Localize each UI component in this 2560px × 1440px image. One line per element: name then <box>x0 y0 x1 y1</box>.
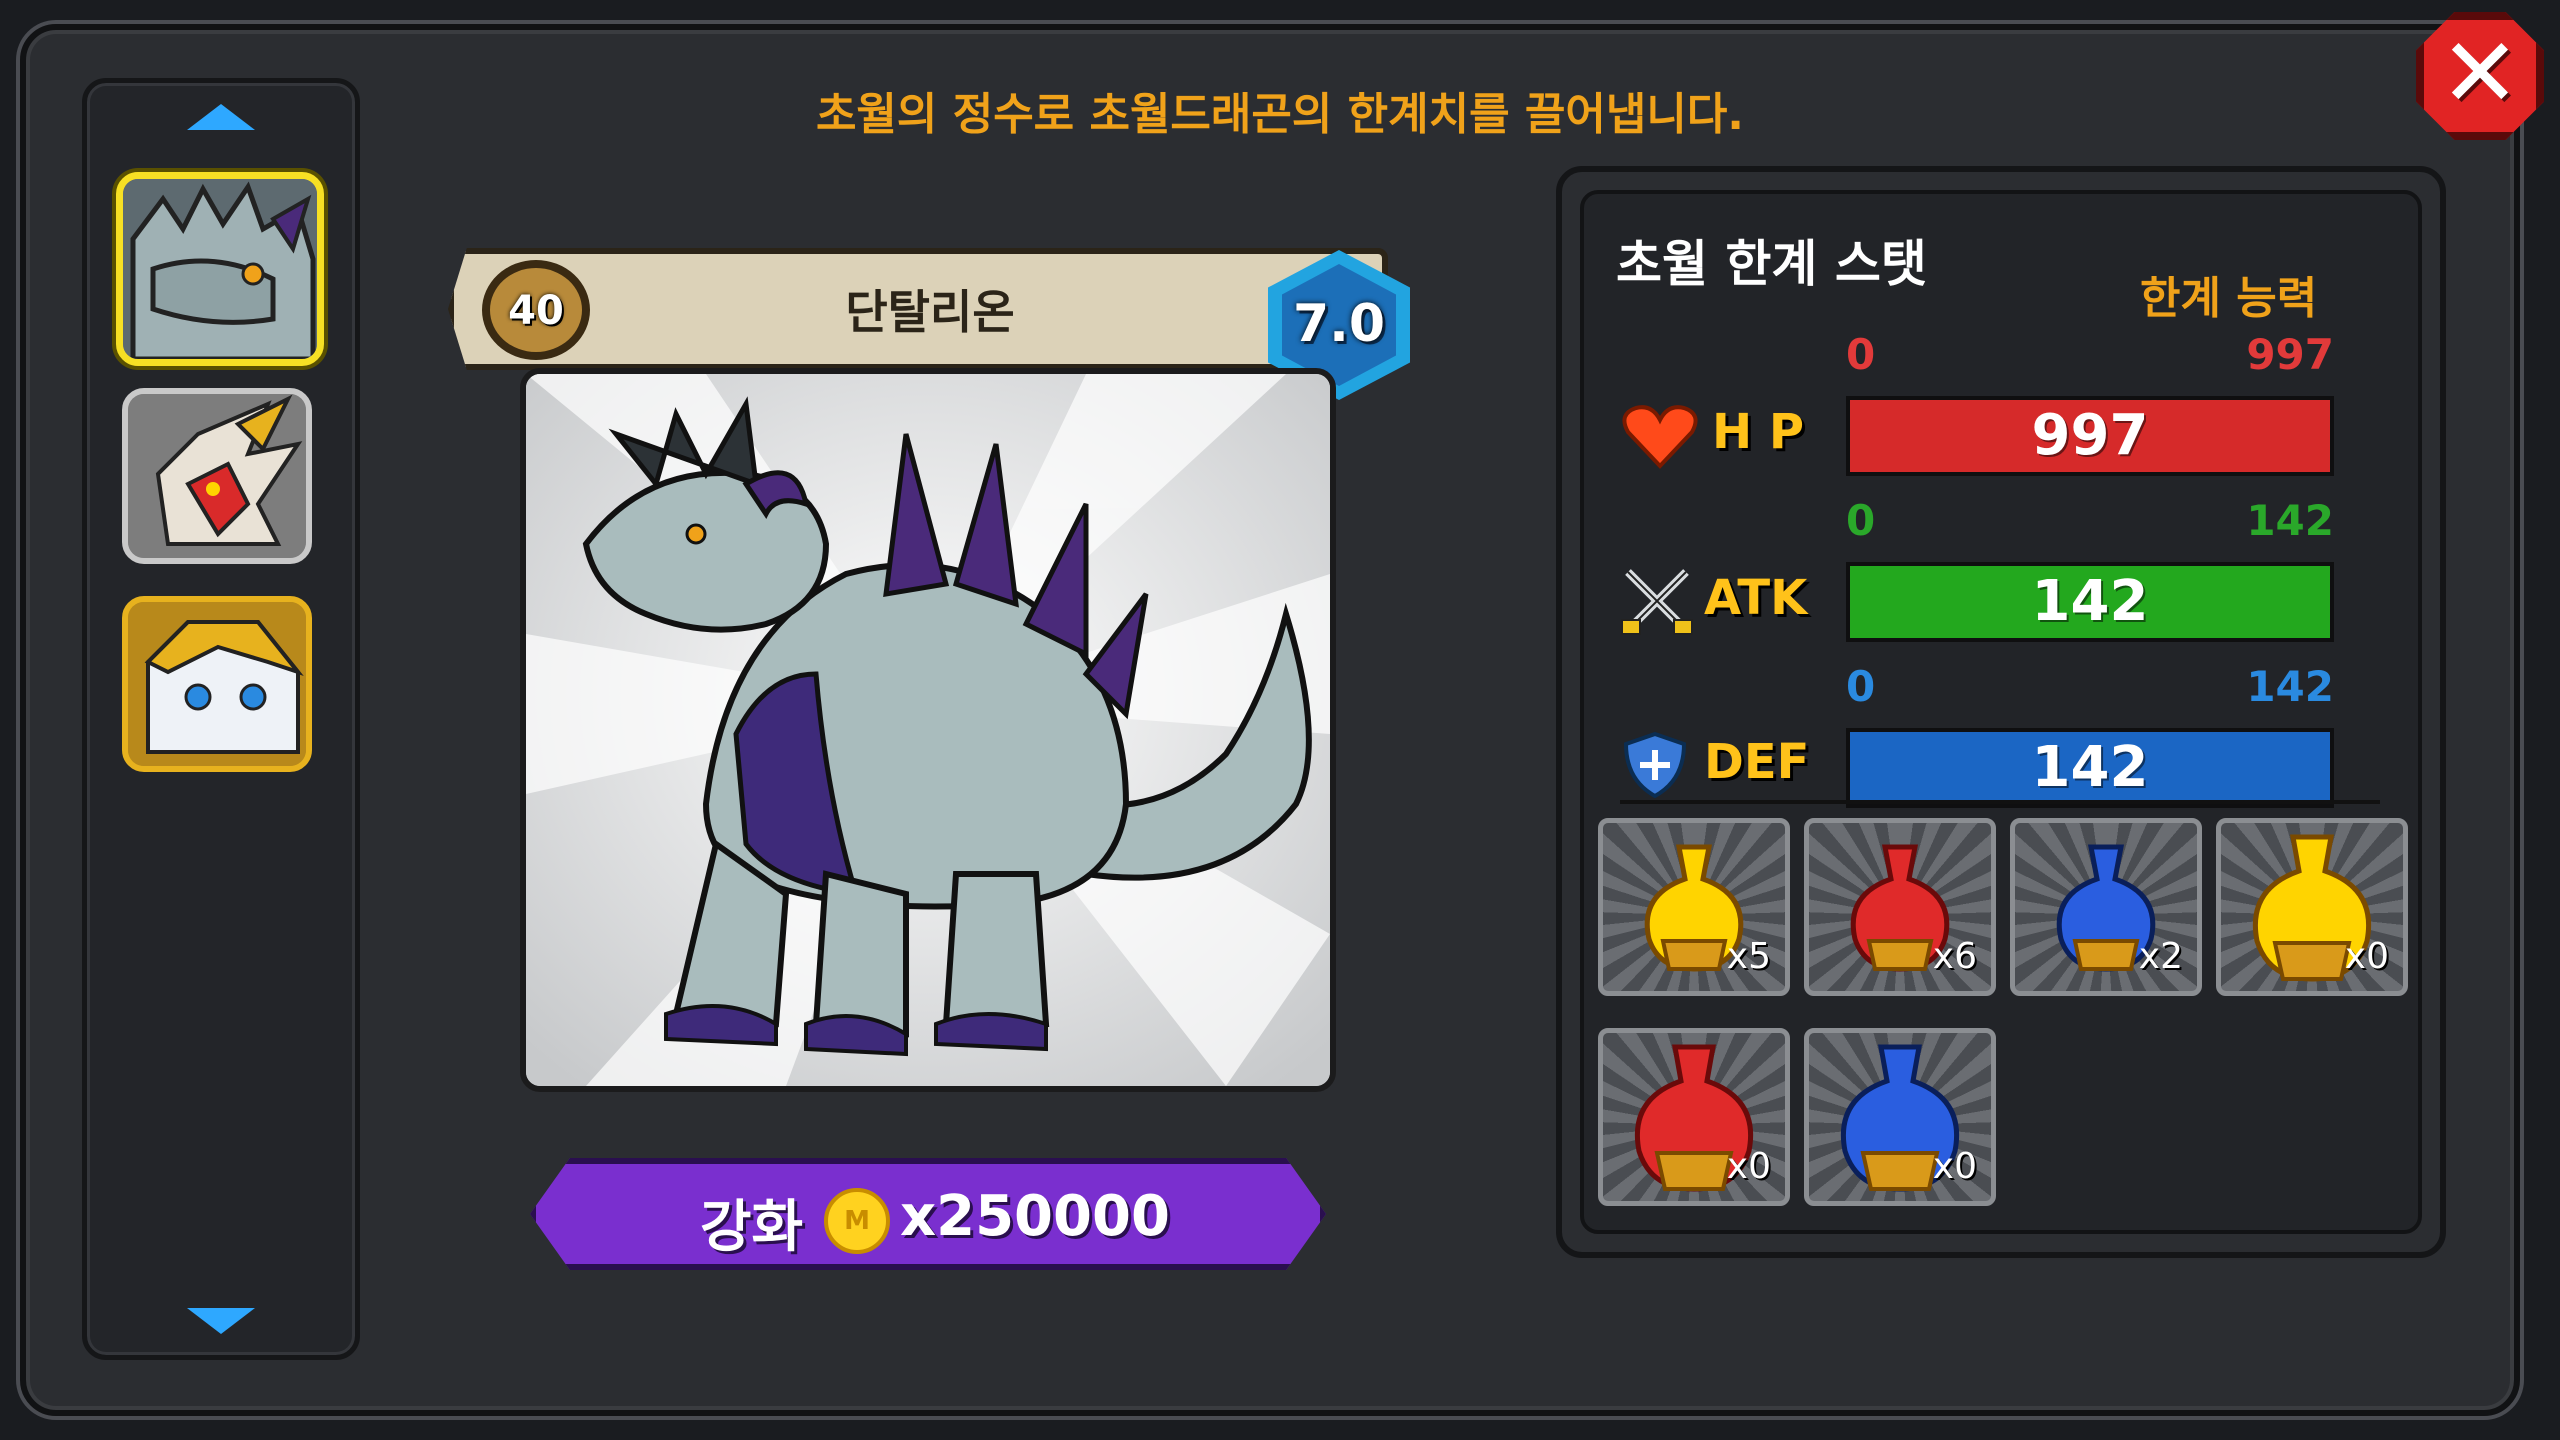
potion-count: x2 <box>2138 936 2183 977</box>
potion-count: x0 <box>1726 1146 1771 1187</box>
potion-slot[interactable]: x0 <box>2216 818 2408 996</box>
atk-label: ATK <box>1704 570 1808 626</box>
white-gold-dragon-portrait-icon <box>128 602 306 766</box>
close-icon[interactable]: ✕ <box>2416 18 2544 128</box>
creature-image-panel <box>520 368 1336 1092</box>
grade-value: 7.0 <box>1292 294 1386 354</box>
potion-slot[interactable]: x6 <box>1804 818 1996 996</box>
def-max: 142 <box>2246 662 2334 711</box>
scroll-down-icon[interactable] <box>187 1308 255 1334</box>
potion-slot[interactable]: x5 <box>1598 818 1790 996</box>
potion-slot[interactable]: x2 <box>2010 818 2202 996</box>
creature-thumb-selected[interactable] <box>116 172 324 366</box>
hp-label: H P <box>1712 404 1805 460</box>
hp-min: 0 <box>1846 330 1876 379</box>
creature-thumb[interactable] <box>122 596 312 772</box>
heart-icon <box>1622 405 1698 469</box>
potion-count: x0 <box>2344 936 2389 977</box>
dark-dragon-portrait-icon <box>123 179 317 359</box>
potion-count: x5 <box>1726 936 1771 977</box>
def-min: 0 <box>1846 662 1876 711</box>
potion-slot[interactable]: x0 <box>1804 1028 1996 1206</box>
hp-bar: 997 <box>1846 396 2334 476</box>
potion-count: x6 <box>1932 936 1977 977</box>
potion-slot[interactable]: x0 <box>1598 1028 1790 1206</box>
enhance-cost: x250000 <box>900 1184 1170 1249</box>
hp-max: 997 <box>2246 330 2334 379</box>
dragon-illustration <box>526 374 1330 1086</box>
scroll-up-icon[interactable] <box>187 104 255 130</box>
level-badge: 40 <box>482 260 590 360</box>
enhance-button-label: 강화 <box>700 1195 804 1260</box>
crossed-swords-icon <box>1621 569 1693 635</box>
creature-thumb[interactable] <box>122 388 312 564</box>
creature-name: 단탈리온 <box>845 285 1015 339</box>
coin-icon: M <box>824 1188 890 1254</box>
def-bar: 142 <box>1846 728 2334 808</box>
atk-max: 142 <box>2246 496 2334 545</box>
potion-count: x0 <box>1932 1146 1977 1187</box>
stats-title: 초월 한계 스탯 <box>1616 235 1927 293</box>
atk-min: 0 <box>1846 496 1876 545</box>
shield-icon <box>1623 731 1687 799</box>
def-label: DEF <box>1704 734 1810 790</box>
red-dragon-portrait-icon <box>128 394 306 558</box>
instruction-text: 초월의 정수로 초월드래곤의 한계치를 끌어냅니다. <box>815 89 1745 140</box>
atk-bar: 142 <box>1846 562 2334 642</box>
limit-ability-label: 한계 능력 <box>2140 273 2318 324</box>
divider <box>1620 800 2380 804</box>
